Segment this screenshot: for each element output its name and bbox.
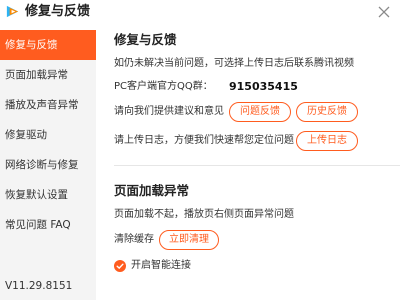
clear-cache-label: 清除缓存 bbox=[114, 234, 154, 245]
page-load-description: 页面加载不起，播放页右侧页面异常问题 bbox=[114, 209, 294, 220]
sidebar-item-network-diagnosis[interactable]: 网络诊断与修复 bbox=[0, 150, 96, 180]
sidebar-item-repair-driver[interactable]: 修复驱动 bbox=[0, 120, 96, 150]
qq-group-number: 915035415 bbox=[229, 80, 298, 93]
section-divider bbox=[114, 165, 400, 166]
feedback-section-title: 修复与反馈 bbox=[114, 32, 177, 47]
sidebar-item-page-load[interactable]: 页面加载异常 bbox=[0, 60, 96, 90]
tencent-video-logo-icon bbox=[6, 5, 19, 18]
app-title: 修复与反馈 bbox=[25, 4, 91, 19]
sidebar-item-repair-feedback[interactable]: 修复与反馈 bbox=[0, 30, 96, 60]
problem-feedback-button[interactable]: 问题反馈 bbox=[229, 102, 291, 122]
clean-now-button[interactable]: 立即清理 bbox=[159, 230, 219, 250]
history-feedback-button[interactable]: 历史反馈 bbox=[296, 102, 358, 122]
sidebar: 修复与反馈 页面加载异常 播放及声音异常 修复驱动 网络诊断与修复 恢复默认设置… bbox=[0, 30, 96, 300]
suggestion-text: 请向我们提供建议和意见 bbox=[114, 106, 224, 117]
version-label: V11.29.8151 bbox=[5, 280, 73, 292]
feedback-description: 如仍未解决当前问题，可选择上传日志后联系腾讯视频 bbox=[114, 58, 354, 69]
smart-connect-checkbox-label[interactable]: 开启智能连接 bbox=[131, 259, 191, 273]
checkmark-icon[interactable] bbox=[114, 260, 126, 272]
sidebar-item-faq[interactable]: 常见问题 FAQ bbox=[0, 210, 96, 240]
upload-log-text: 请上传日志，方便我们快速帮您定位问题 bbox=[114, 135, 294, 146]
main-content: 修复与反馈 如仍未解决当前问题，可选择上传日志后联系腾讯视频 PC客户端官方QQ… bbox=[96, 0, 400, 300]
sidebar-item-restore-defaults[interactable]: 恢复默认设置 bbox=[0, 180, 96, 210]
qq-group-label: PC客户端官方QQ群： bbox=[114, 81, 213, 92]
upload-log-button[interactable]: 上传日志 bbox=[296, 131, 358, 151]
page-load-section-title: 页面加载异常 bbox=[114, 183, 190, 198]
sidebar-item-playback-audio[interactable]: 播放及声音异常 bbox=[0, 90, 96, 120]
